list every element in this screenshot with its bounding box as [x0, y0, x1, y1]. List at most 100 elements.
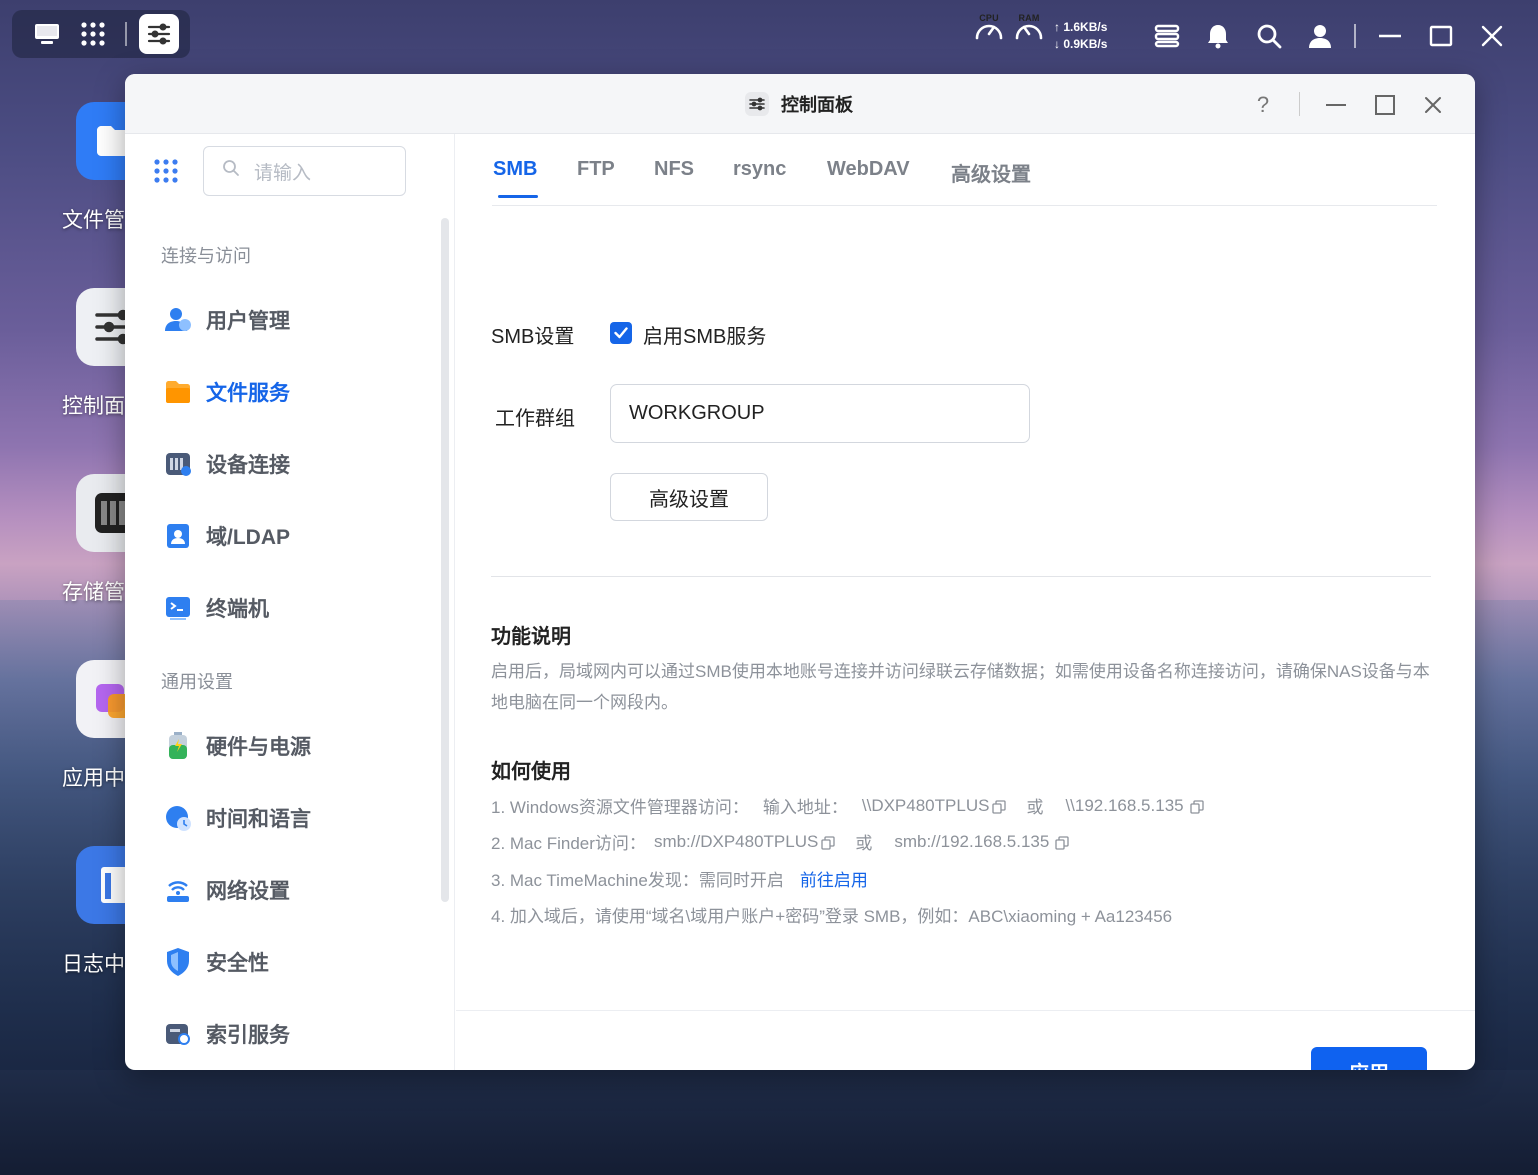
step-4: 4. 加入域后，请使用“域名\域用户账户+密码”登录 SMB，例如：ABC\xi…	[491, 907, 1173, 926]
nav-group-title: 连接与访问	[161, 246, 251, 266]
sidebar: 请输入 连接与访问 用户管理 文件服务 设备连接 域/LDAP 终端机 通用设置…	[125, 134, 455, 1070]
sidebar-item-label: 索引服务	[206, 1024, 290, 1047]
advanced-settings-button[interactable]: 高级设置	[610, 473, 768, 521]
apply-button[interactable]: 应用	[1311, 1047, 1427, 1070]
sidebar-item-ldap[interactable]: 域/LDAP	[163, 516, 290, 556]
shield-icon	[163, 947, 193, 977]
close-icon[interactable]	[1478, 22, 1506, 50]
user-icon[interactable]	[1306, 22, 1334, 50]
download-speed: 0.9KB/s	[1063, 37, 1108, 51]
control-panel-window: 控制面板 ? 请输入 连接与访问 用户管理 文件服务 设备连接 域/LDAP 终…	[125, 74, 1475, 1070]
ram-label: RAM	[1018, 13, 1040, 23]
tab-advanced[interactable]: 高级设置	[951, 158, 1031, 187]
sidebar-item-file-service[interactable]: 文件服务	[163, 372, 290, 412]
taskbar-left	[12, 10, 190, 58]
tab-webdav[interactable]: WebDAV	[827, 158, 910, 181]
main-content: SMB FTP NFS rsync WebDAV 高级设置 SMB设置 启用SM…	[456, 134, 1475, 1070]
battery-icon	[163, 731, 193, 761]
network-speeds: ↑ 1.6KB/s ↓ 0.9KB/s	[1054, 19, 1107, 53]
minimize-icon[interactable]	[1376, 22, 1404, 50]
desktop-wallpaper-shore	[0, 1070, 1538, 1175]
copy-icon[interactable]	[992, 799, 1007, 814]
sidebar-item-label: 用户管理	[206, 310, 290, 333]
section-divider	[491, 576, 1431, 577]
system-monitor[interactable]: CPU RAM ↑ 1.6KB/s ↓ 0.9KB/s	[972, 13, 1107, 54]
step-2-prefix: 2. Mac Finder访问：	[491, 834, 646, 853]
network-icon	[163, 875, 193, 905]
window-minimize-icon[interactable]	[1323, 92, 1349, 118]
window-title: 控制面板	[745, 92, 853, 116]
enable-timemachine-link[interactable]: 前往启用	[800, 866, 868, 891]
tray-divider	[1354, 24, 1356, 48]
copy-icon[interactable]	[821, 835, 835, 850]
desktop-icon-label: 文件管	[62, 209, 125, 232]
window-title-text: 控制面板	[781, 95, 853, 115]
sidebar-item-label: 终端机	[206, 598, 269, 621]
sidebar-item-device[interactable]: 设备连接	[163, 444, 290, 484]
copy-icon[interactable]	[1055, 835, 1070, 850]
sidebar-scrollbar[interactable]	[441, 218, 449, 902]
tab-rsync[interactable]: rsync	[733, 158, 786, 181]
window-maximize-icon[interactable]	[1372, 92, 1398, 118]
sidebar-item-terminal[interactable]: 终端机	[163, 588, 269, 628]
window-close-icon[interactable]	[1420, 92, 1446, 118]
search-input[interactable]: 请输入	[203, 146, 406, 196]
ram-gauge: RAM	[1012, 13, 1046, 53]
workgroup-field[interactable]: WORKGROUP	[610, 384, 1030, 443]
search-icon[interactable]	[1255, 22, 1283, 50]
sidebar-item-security[interactable]: 安全性	[163, 942, 269, 982]
step-2: 2. Mac Finder访问： smb://DXP480TPLUS 或 smb…	[491, 829, 1070, 854]
sidebar-item-hardware[interactable]: 硬件与电源	[163, 726, 311, 766]
bell-icon[interactable]	[1204, 22, 1232, 50]
enable-smb-label[interactable]: 启用SMB服务	[643, 320, 766, 349]
sidebar-item-label: 网络设置	[206, 880, 290, 903]
sidebar-item-network[interactable]: 网络设置	[163, 870, 290, 910]
howto-title: 如何使用	[491, 761, 571, 783]
sidebar-item-index[interactable]: 索引服务	[163, 1014, 290, 1054]
sidebar-item-time-language[interactable]: 时间和语言	[163, 798, 311, 838]
desktop-icon-label: 日志中	[62, 953, 125, 976]
tab-nfs[interactable]: NFS	[654, 158, 694, 181]
active-tab-indicator	[498, 195, 538, 198]
copy-icon[interactable]	[1189, 799, 1204, 814]
step-1-prefix: 1. Windows资源文件管理器访问：	[491, 798, 749, 817]
step-2-addr2: smb://192.168.5.135	[894, 831, 1050, 851]
monitor-icon[interactable]	[27, 14, 67, 54]
tab-bar: SMB FTP NFS rsync WebDAV 高级设置	[492, 156, 1437, 206]
apps-grid-icon[interactable]	[73, 14, 113, 54]
step-1-addr-label: 输入地址：	[762, 798, 848, 817]
step-2-or: 或	[855, 834, 873, 853]
window-titlebar[interactable]: 控制面板 ?	[125, 74, 1475, 134]
step-2-addr1: smb://DXP480TPLUS	[653, 831, 819, 851]
step-3: 3. Mac TimeMachine发现：需同时开启 前往启用	[491, 866, 868, 891]
footer-divider	[456, 1010, 1475, 1011]
control-panel-icon[interactable]	[139, 14, 179, 54]
sidebar-apps-icon[interactable]	[153, 158, 181, 186]
maximize-icon[interactable]	[1427, 22, 1455, 50]
function-title: 功能说明	[491, 626, 571, 648]
nav-group-title: 通用设置	[161, 672, 233, 692]
step-1-addr1: \\DXP480TPLUS	[861, 795, 990, 815]
control-panel-icon	[745, 92, 769, 116]
terminal-icon	[163, 593, 193, 623]
sidebar-item-label: 设备连接	[206, 454, 290, 477]
sidebar-item-label: 硬件与电源	[206, 736, 311, 759]
help-icon[interactable]: ?	[1250, 92, 1276, 118]
server-icon[interactable]	[1153, 22, 1181, 50]
enable-smb-checkbox[interactable]	[610, 322, 632, 344]
cpu-label: CPU	[979, 13, 999, 23]
desktop-icon-label: 存储管	[62, 581, 125, 604]
globe-clock-icon	[163, 803, 193, 833]
workgroup-label: 工作群组	[495, 408, 575, 430]
titlebar-divider	[1299, 92, 1300, 116]
ldap-icon	[163, 521, 193, 551]
function-description: 启用后，局域网内可以通过SMB使用本地账号连接并访问绿联云存储数据；如需使用设备…	[491, 662, 1430, 712]
sidebar-item-users[interactable]: 用户管理	[163, 300, 290, 340]
sidebar-item-label: 域/LDAP	[206, 526, 290, 549]
tab-smb[interactable]: SMB	[493, 158, 537, 181]
step-3-prefix: 3. Mac TimeMachine发现：需同时开启	[491, 871, 784, 890]
search-placeholder: 请输入	[254, 162, 312, 184]
sidebar-item-label: 时间和语言	[206, 808, 311, 831]
tab-ftp[interactable]: FTP	[577, 158, 615, 181]
taskbar-divider	[125, 22, 127, 46]
